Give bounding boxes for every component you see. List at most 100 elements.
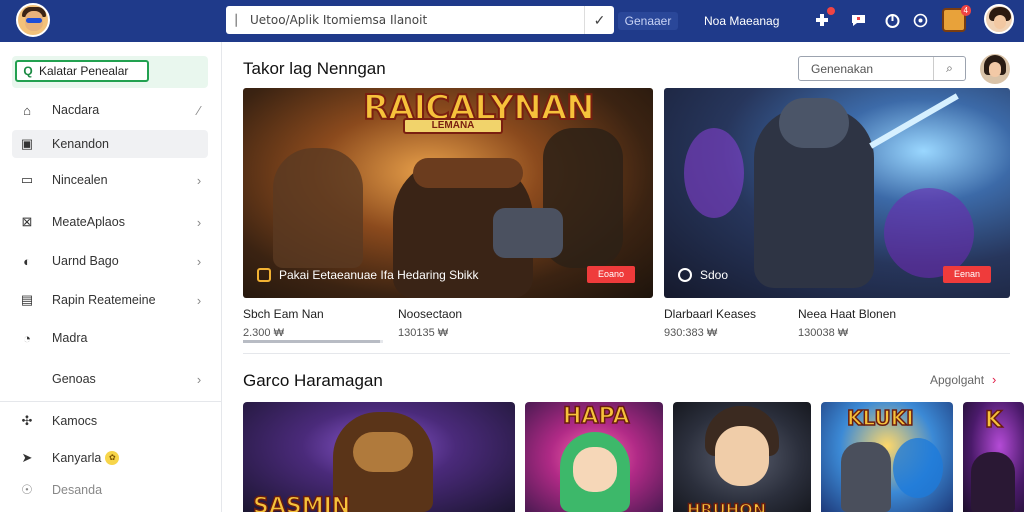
- compass-icon: ◐: [23, 253, 31, 269]
- settings-icon[interactable]: [910, 10, 930, 30]
- search-icon[interactable]: ⌕: [933, 57, 965, 80]
- document-icon: ▤: [20, 292, 34, 307]
- section-title-featured: Takor lag Nenngan: [243, 59, 386, 78]
- banner-2-caption: Sdoo: [678, 268, 728, 282]
- featured-banner-2[interactable]: Sdoo Eenan: [664, 88, 1010, 298]
- sidebar-item-label: Kanyarla ✿: [42, 451, 208, 466]
- user-avatar[interactable]: [984, 4, 1014, 34]
- game-card-3[interactable]: HRUHON: [673, 402, 811, 512]
- edit-icon: ∕: [197, 102, 201, 118]
- gift-badge: 4: [960, 5, 971, 16]
- coin-icon: ✿: [105, 451, 120, 466]
- gamepad-icon: [678, 268, 692, 282]
- stat-value: 130135 ₩: [398, 327, 449, 339]
- grid-icon: ⊠: [21, 214, 33, 229]
- sidebar-item-10[interactable]: ➤ Kanyarla ✿: [12, 444, 208, 472]
- sidebar-item-label: Madra: [52, 331, 88, 345]
- game-card-4[interactable]: KLUKI: [821, 402, 953, 512]
- sidebar: Q Kalatar Penealar ⌂ Nacdara ∕ ▣ Kenando…: [0, 42, 222, 512]
- view-all-label: Apgolgaht: [930, 373, 985, 387]
- help-icon: ☉: [21, 482, 33, 497]
- sidebar-item-3[interactable]: ▭ Nincealen ›: [12, 166, 208, 194]
- content-search-input[interactable]: Genenakan: [799, 62, 933, 76]
- sidebar-item-9[interactable]: ✣ Kamocs: [12, 407, 208, 435]
- chevron-right-icon: ›: [196, 172, 202, 188]
- home-icon: ⌂: [23, 102, 31, 118]
- search-submit-icon[interactable]: ✓: [584, 6, 614, 34]
- notification-dot: [827, 7, 835, 15]
- content-avatar[interactable]: [980, 54, 1010, 84]
- stat-name: Noosectaon: [398, 307, 463, 321]
- section-progress-bar: [243, 340, 383, 343]
- sidebar-item-11[interactable]: ☉ Desanda: [12, 476, 208, 504]
- game-logo-sub: LEMANA: [403, 118, 503, 134]
- top-bar: ▏ Uetoo/Aplik Itomiemsa Ilanoit ✓ Genaae…: [0, 0, 1024, 42]
- view-all-link[interactable]: Apgolgaht ›: [930, 372, 996, 387]
- chevron-right-icon: ›: [196, 214, 202, 230]
- game-card-1[interactable]: SASMIN: [243, 402, 515, 512]
- game-card-title: SASMIN: [252, 493, 351, 512]
- power-icon[interactable]: [882, 10, 902, 30]
- sidebar-item-label: Nacdara: [52, 103, 100, 117]
- clock-icon: ◔: [23, 330, 31, 346]
- sidebar-item-label: Rapin Reatemeine: [52, 293, 156, 307]
- banner-2-caption-text: Sdoo: [700, 268, 729, 282]
- sidebar-item-label: Uarnd Bago: [52, 254, 119, 268]
- sidebar-item-label: Desanda: [52, 483, 103, 497]
- sidebar-item-4[interactable]: ⊠ MeateAplaos ›: [12, 208, 208, 236]
- stat-item-3[interactable]: Dlarbaarl Keases 930:383 ₩: [664, 307, 756, 339]
- sidebar-divider: [0, 401, 222, 402]
- featured-banner-1[interactable]: RAICALYNAN LEMANA Pakai Eetaeanuae Ifa H…: [243, 88, 653, 298]
- banner-1-caption: Pakai Eetaeanuae Ifa Hedaring Sbikk: [257, 268, 478, 282]
- sidebar-item-7[interactable]: ◔ Madra: [12, 324, 208, 352]
- sidebar-item-8[interactable]: Genoas ›: [12, 365, 208, 393]
- sidebar-active-label: Kalatar Penealar: [39, 64, 129, 78]
- chevron-right-icon: ›: [196, 371, 202, 387]
- game-card-title: K: [984, 407, 1003, 434]
- game-card-title: KLUKI: [846, 405, 914, 431]
- banner-1-button[interactable]: Eoano: [587, 266, 635, 283]
- banner-2-button[interactable]: Eenan: [943, 266, 991, 283]
- stat-value: 930:383 ₩: [664, 327, 718, 339]
- monitor-icon: ▭: [20, 172, 34, 187]
- search-icon: Q: [23, 64, 33, 78]
- sidebar-item-1[interactable]: ⌂ Nacdara ∕: [12, 96, 208, 124]
- stat-item-4[interactable]: Neea Haat Blonen 130038 ₩: [798, 307, 896, 339]
- header-link-1[interactable]: Genaaer: [618, 12, 678, 30]
- chevron-right-icon: ›: [992, 372, 997, 387]
- sidebar-item-6[interactable]: ▤ Rapin Reatemeine ›: [12, 286, 208, 314]
- game-card-title: HRUHON: [686, 499, 767, 512]
- search-input[interactable]: Uetoo/Aplik Itomiemsa Ilanoit: [250, 13, 584, 27]
- banner-1-caption-text: Pakai Eetaeanuae Ifa Hedaring Sbikk: [279, 268, 479, 282]
- stat-name: Sbch Eam Nan: [243, 307, 324, 321]
- header-link-2[interactable]: Noa Maeanag: [704, 12, 779, 30]
- stat-name: Dlarbaarl Keases: [664, 307, 757, 321]
- section-title-games: Garco Haramagan: [243, 371, 383, 390]
- sidebar-item-active[interactable]: Q Kalatar Penealar: [12, 56, 208, 88]
- trophy-icon: [257, 268, 271, 282]
- chat-icon[interactable]: [848, 10, 868, 30]
- game-card-title: HAPA: [562, 403, 630, 430]
- sidebar-item-label: MeateAplaos: [52, 215, 125, 229]
- game-card-5[interactable]: K: [963, 402, 1024, 512]
- search-bar[interactable]: ▏ Uetoo/Aplik Itomiemsa Ilanoit ✓: [226, 6, 614, 34]
- sidebar-item-2[interactable]: ▣ Kenandon: [12, 130, 208, 158]
- add-notification-icon[interactable]: [812, 7, 835, 30]
- gamepad-icon: ✣: [21, 413, 33, 428]
- stat-value: 130038 ₩: [798, 327, 849, 339]
- stat-item-2[interactable]: Noosectaon 130135 ₩: [398, 307, 462, 339]
- stat-item-1[interactable]: Sbch Eam Nan 2.300 ₩: [243, 307, 324, 339]
- stat-value: 2.300 ₩: [243, 327, 284, 339]
- app-logo[interactable]: [16, 3, 50, 37]
- content-search[interactable]: Genenakan ⌕: [798, 56, 966, 81]
- sidebar-item-label: Kenandon: [52, 137, 110, 151]
- gift-icon[interactable]: 4: [942, 5, 971, 32]
- game-logo: RAICALYNAN LEMANA: [362, 88, 596, 138]
- chevron-right-icon: ›: [196, 253, 202, 269]
- stat-name: Neea Haat Blonen: [798, 307, 897, 321]
- sidebar-item-label: Nincealen: [52, 173, 108, 187]
- sidebar-item-label: Kamocs: [52, 414, 98, 428]
- sidebar-item-5[interactable]: ◐ Uarnd Bago ›: [12, 247, 208, 275]
- game-card-2[interactable]: HAPA: [525, 402, 663, 512]
- send-icon: ➤: [21, 450, 33, 465]
